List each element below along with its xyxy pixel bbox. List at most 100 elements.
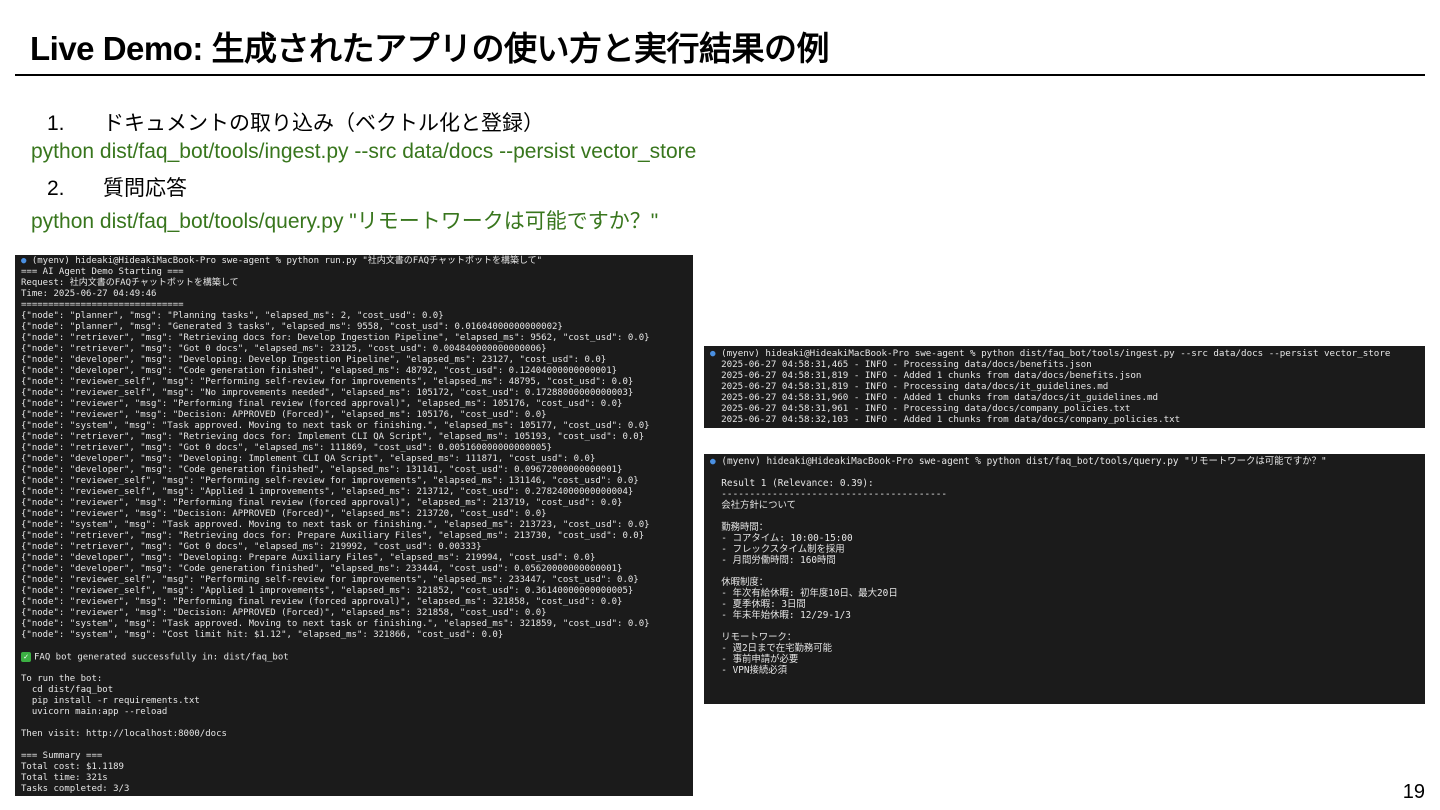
terminal-line-text: 2025-06-27 04:58:31,465 - INFO - Process…	[710, 359, 1092, 370]
terminal-line-text: {"node": "reviewer_self", "msg": "No imp…	[21, 388, 634, 398]
prompt-dot-icon: ●	[21, 256, 27, 266]
terminal-line: リモートワーク：	[710, 632, 1419, 643]
terminal-line-text: Total cost: $1.1189	[21, 762, 124, 772]
terminal-line-text: Request: 社内文書のFAQチャットボットを構築して	[21, 278, 239, 288]
terminal-line: {"node": "reviewer", "msg": "Performing …	[21, 399, 687, 410]
terminal-line: Total cost: $1.1189	[21, 762, 687, 773]
terminal-line: ✓ FAQ bot generated successfully in: dist…	[21, 652, 687, 663]
terminal-line: {"node": "planner", "msg": "Generated 3 …	[21, 322, 687, 333]
terminal-line-text: - フレックスタイム制を採用	[710, 544, 845, 555]
terminal-line: - 年末年始休暇: 12/29-1/3	[710, 610, 1419, 621]
terminal-line: 2025-06-27 04:58:31,961 - INFO - Process…	[710, 403, 1419, 414]
terminal-ingest-output: ● (myenv) hideaki@HideakiMacBook-Pro swe…	[704, 346, 1425, 428]
terminal-line-text: {"node": "reviewer_self", "msg": "Perfor…	[21, 377, 634, 387]
terminal-line-text: {"node": "reviewer_self", "msg": "Applie…	[21, 487, 634, 497]
terminal-line: {"node": "reviewer", "msg": "Decision: A…	[21, 410, 687, 421]
terminal-line: 2025-06-27 04:58:31,819 - INFO - Added 1…	[710, 370, 1419, 381]
terminal-line: {"node": "reviewer", "msg": "Decision: A…	[21, 608, 687, 619]
terminal-line-text: 2025-06-27 04:58:31,819 - INFO - Added 1…	[710, 370, 1142, 381]
terminal-line: {"node": "retriever", "msg": "Got 0 docs…	[21, 443, 687, 454]
terminal-line: ----------------------------------------	[710, 489, 1419, 500]
terminal-line-text: {"node": "reviewer", "msg": "Performing …	[21, 597, 623, 607]
terminal-line-text: Tasks completed: 3/3	[21, 784, 130, 794]
terminal-line: uvicorn main:app --reload	[21, 707, 687, 718]
terminal-line: {"node": "system", "msg": "Task approved…	[21, 520, 687, 531]
terminal-line: - 週2日まで在宅勤務可能	[710, 643, 1419, 654]
terminal-line: {"node": "developer", "msg": "Developing…	[21, 553, 687, 564]
terminal-line-text: {"node": "retriever", "msg": "Got 0 docs…	[21, 443, 553, 453]
terminal-line-text: {"node": "reviewer_self", "msg": "Perfor…	[21, 575, 639, 585]
terminal-line-text: 2025-06-27 04:58:32,103 - INFO - Added 1…	[710, 414, 1181, 425]
terminal-line-text: - 年末年始休暇: 12/29-1/3	[710, 610, 851, 621]
terminal-line: 2025-06-27 04:58:32,103 - INFO - Added 1…	[710, 414, 1419, 425]
terminal-line: 2025-06-27 04:58:31,960 - INFO - Added 1…	[710, 392, 1419, 403]
terminal-line-text: {"node": "reviewer", "msg": "Performing …	[21, 399, 623, 409]
step-2-label: 質問応答	[103, 177, 187, 200]
terminal-line-text: {"node": "planner", "msg": "Planning tas…	[21, 311, 444, 321]
terminal-line-text: {"node": "retriever", "msg": "Got 0 docs…	[21, 542, 482, 552]
terminal-line-text: {"node": "developer", "msg": "Developing…	[21, 553, 596, 563]
terminal-line: {"node": "developer", "msg": "Code gener…	[21, 465, 687, 476]
terminal-line: {"node": "reviewer_self", "msg": "Perfor…	[21, 377, 687, 388]
terminal-line: {"node": "reviewer", "msg": "Performing …	[21, 597, 687, 608]
step-1-number: 1.	[47, 112, 65, 135]
terminal-line-text: {"node": "planner", "msg": "Generated 3 …	[21, 322, 563, 332]
terminal-line: 勤務時間：	[710, 522, 1419, 533]
title-divider	[15, 74, 1425, 76]
terminal-line: To run the bot:	[21, 674, 687, 685]
terminal-line-text: FAQ bot generated successfully in: dist/…	[34, 652, 289, 663]
terminal-line-text: 2025-06-27 04:58:31,960 - INFO - Added 1…	[710, 392, 1159, 403]
step-2: 2. 質問応答	[47, 172, 187, 202]
terminal-line-text: pip install -r requirements.txt	[21, 696, 200, 706]
terminal-line: {"node": "retriever", "msg": "Retrieving…	[21, 531, 687, 542]
terminal-line: - フレックスタイム制を採用	[710, 544, 1419, 555]
terminal-lines: Result 1 (Relevance: 0.39): ------------…	[710, 467, 1419, 676]
terminal-line-text: === Summary ===	[21, 751, 103, 761]
terminal-line-text: To run the bot:	[21, 674, 103, 684]
terminal-lines: === AI Agent Demo Starting === Request: 社…	[21, 267, 687, 795]
step-1-command: python dist/faq_bot/tools/ingest.py --sr…	[31, 140, 697, 163]
step-2-number: 2.	[47, 177, 65, 200]
terminal-line-text: {"node": "developer", "msg": "Developing…	[21, 355, 607, 365]
terminal-line: {"node": "retriever", "msg": "Retrieving…	[21, 333, 687, 344]
terminal-line: {"node": "planner", "msg": "Planning tas…	[21, 311, 687, 322]
step-1-label: ドキュメントの取り込み（ベクトル化と登録）	[103, 112, 544, 135]
terminal-line-text: 2025-06-27 04:58:31,961 - INFO - Process…	[710, 403, 1131, 414]
terminal-line-text: - 事前申請が必要	[710, 654, 799, 665]
terminal-line: Time: 2025-06-27 04:49:46	[21, 289, 687, 300]
terminal-line: {"node": "retriever", "msg": "Got 0 docs…	[21, 542, 687, 553]
terminal-prompt: (myenv) hideaki@HideakiMacBook-Pro swe-a…	[721, 456, 1327, 467]
terminal-line-text: 勤務時間：	[710, 522, 769, 533]
terminal-line: cd dist/faq_bot	[21, 685, 687, 696]
terminal-line: - 夏季休暇: 3日間	[710, 599, 1419, 610]
terminal-line: - コアタイム: 10:00-15:00	[710, 533, 1419, 544]
terminal-line: {"node": "reviewer_self", "msg": "Applie…	[21, 487, 687, 498]
check-icon: ✓	[21, 652, 31, 662]
prompt-dot-icon: ●	[710, 348, 716, 359]
terminal-line: {"node": "system", "msg": "Task approved…	[21, 619, 687, 630]
terminal-line: - VPN接続必須	[710, 665, 1419, 676]
terminal-line: {"node": "reviewer_self", "msg": "Perfor…	[21, 575, 687, 586]
terminal-line: {"node": "system", "msg": "Cost limit hi…	[21, 630, 687, 641]
terminal-line-text: {"node": "developer", "msg": "Code gener…	[21, 564, 623, 574]
terminal-line-text: cd dist/faq_bot	[21, 685, 114, 695]
terminal-line-text: {"node": "reviewer_self", "msg": "Applie…	[21, 586, 634, 596]
terminal-line-text: - 年次有給休暇: 初年度10日、最大20日	[710, 588, 898, 599]
terminal-line-text: Then visit: http://localhost:8000/docs	[21, 729, 227, 739]
terminal-line-text: - VPN接続必須	[710, 665, 788, 676]
terminal-line-text: - コアタイム: 10:00-15:00	[710, 533, 853, 544]
terminal-run-output: ● (myenv) hideaki@HideakiMacBook-Pro swe…	[15, 255, 693, 796]
terminal-line: - 年次有給休暇: 初年度10日、最大20日	[710, 588, 1419, 599]
terminal-line-text: {"node": "system", "msg": "Task approved…	[21, 619, 650, 629]
terminal-line-text: {"node": "retriever", "msg": "Retrieving…	[21, 432, 645, 442]
terminal-line-text: ----------------------------------------	[710, 489, 948, 500]
terminal-line: 休暇制度：	[710, 577, 1419, 588]
terminal-line: Request: 社内文書のFAQチャットボットを構築して	[21, 278, 687, 289]
terminal-line: {"node": "reviewer", "msg": "Performing …	[21, 498, 687, 509]
